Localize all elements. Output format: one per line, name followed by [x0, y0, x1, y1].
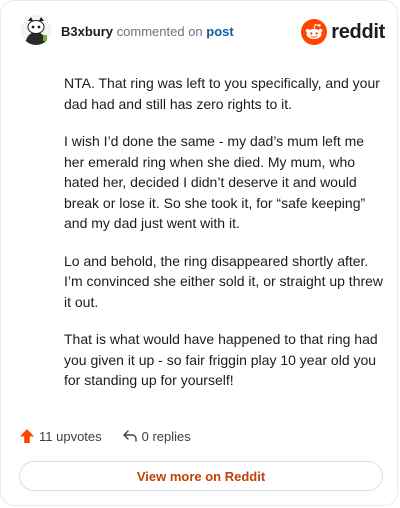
comment-paragraph: That is what would have happened to that…: [64, 331, 378, 388]
reply-arrow-icon: [122, 430, 137, 442]
comment-header: B3xbury commented on post reddit: [21, 15, 385, 51]
upvote-button[interactable]: 11 upvotes: [19, 428, 102, 444]
comment-paragraph: I wish I’d done the same - my dad’s mum …: [64, 133, 366, 231]
username-link[interactable]: B3xbury: [61, 24, 113, 39]
comment-paragraph: NTA. That ring was left to you specifica…: [64, 75, 380, 112]
comment-body: NTA. That ring was left to you specifica…: [64, 73, 384, 408]
view-more-button[interactable]: View more on Reddit: [19, 461, 383, 491]
comment-actions: 11 upvotes 0 replies: [19, 425, 191, 447]
upvote-arrow-icon: [20, 429, 34, 443]
action-text: commented on: [116, 24, 203, 39]
reddit-snoo-icon: [301, 19, 328, 45]
avatar[interactable]: [21, 15, 51, 45]
comment-paragraph: Lo and behold, the ring disappeared shor…: [64, 252, 384, 310]
post-link[interactable]: post: [206, 24, 233, 39]
reddit-wordmark: reddit: [331, 20, 385, 43]
snoo-avatar-icon: [21, 15, 51, 45]
comment-meta: B3xbury commented on post: [61, 24, 234, 39]
reply-count: 0 replies: [141, 428, 191, 444]
embedded-comment-card: B3xbury commented on post reddit NTA. Th…: [0, 0, 398, 506]
upvote-count: 11 upvotes: [39, 428, 102, 444]
reply-button[interactable]: 0 replies: [122, 428, 191, 444]
reddit-logo[interactable]: reddit: [301, 17, 385, 47]
